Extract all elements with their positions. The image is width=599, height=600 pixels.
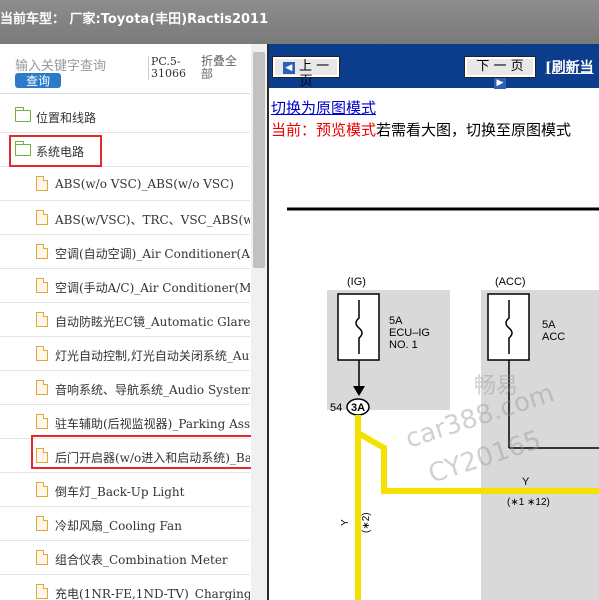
tree-item[interactable]: 倒车灯_Back-Up Light — [0, 473, 250, 507]
tree-folder-location[interactable]: 位置和线路 — [0, 99, 250, 133]
document-icon — [36, 176, 48, 191]
next-page-button[interactable]: 下 一 页 ▶ — [464, 56, 536, 89]
open-folder-icon — [14, 141, 31, 156]
folder-icon — [14, 107, 31, 122]
wire-note-vertical: (∗2) — [361, 512, 372, 533]
tree-item[interactable]: 组合仪表_Combination Meter — [0, 541, 250, 575]
wire-label-y: Y — [522, 476, 530, 488]
tree-item-label: 自动防眩光EC镜_Automatic Glare-Resistant EC Mi… — [55, 315, 250, 329]
search-button[interactable]: 查询 — [15, 73, 61, 88]
tree-item-label: 冷却风扇_Cooling Fan — [55, 519, 182, 533]
collapse-all-link[interactable]: 折叠全部 — [201, 55, 243, 81]
document-icon — [36, 210, 48, 225]
connector-label: 3A — [351, 402, 365, 414]
tree-item-label: 空调(手动A/C)_Air Conditioner(Manual A/C) — [55, 281, 250, 295]
document-icon — [36, 584, 48, 599]
tree-item-selected[interactable]: 后门开启器(w/o进入和启动系统)_Back Door Opener — [0, 439, 250, 473]
document-icon — [36, 312, 48, 327]
refresh-link[interactable]: [刷新当 — [545, 57, 594, 77]
page-nav-bar: ◀ 上 一 页 下 一 页 ▶ [刷新当 — [269, 44, 599, 89]
fuse-acc-text-2: ACC — [542, 331, 565, 343]
wiring-diagram: (IG) (ACC) 5A ECU–IG NO. 1 5A ACC 3A 54 … — [287, 207, 599, 600]
tree-item[interactable]: 空调(自动空调)_Air Conditioner(Automatic A/C) — [0, 235, 250, 269]
wire-label-y-vertical: Y — [340, 519, 351, 526]
fuse-ig-text-1: 5A — [389, 315, 403, 327]
tree-item-label: 音响系统、导航系统_Audio System — [55, 383, 250, 397]
arrow-left-icon: ◀ — [282, 62, 295, 74]
tree-item[interactable]: ABS(w/o VSC)_ABS(w/o VSC) — [0, 167, 250, 201]
window-title: 当前车型： 厂家:Toyota(丰田)Ractis2011 — [0, 12, 269, 27]
scrollbar-thumb[interactable] — [253, 52, 265, 268]
fuse-ig-text-3: NO. 1 — [389, 339, 418, 351]
title-bar: 当前车型： 厂家:Toyota(丰田)Ractis2011 — [0, 0, 599, 44]
tree-item-label: 灯光自动控制,灯光自动关闭系统_Automatic Light Control — [55, 349, 250, 363]
fuse-ig-label: (IG) — [347, 276, 366, 288]
tree-item-label: 倒车灯_Back-Up Light — [55, 485, 185, 499]
tree-item[interactable]: 音响系统、导航系统_Audio System — [0, 371, 250, 405]
tree-item-label: 组合仪表_Combination Meter — [55, 553, 228, 567]
tree-item[interactable]: 灯光自动控制,灯光自动关闭系统_Automatic Light Control — [0, 337, 250, 371]
tree-item[interactable]: 冷却风扇_Cooling Fan — [0, 507, 250, 541]
pc-code: PC.5-31066 — [148, 56, 192, 80]
document-icon — [36, 414, 48, 429]
tree-folder-system-circuits[interactable]: 系统电路 — [0, 133, 250, 167]
tree-item-label: 后门开启器(w/o进入和启动系统)_Back Door Opener — [55, 451, 250, 465]
fuse-ig-text-2: ECU–IG — [389, 327, 430, 339]
document-icon — [36, 278, 48, 293]
document-icon — [36, 244, 48, 259]
view-mode-info: 切换为原图模式 当前：预览模式若需看大图，切换至原图模式 — [271, 97, 599, 140]
document-icon — [36, 550, 48, 565]
next-page-label: 下 一 页 — [476, 59, 524, 74]
tree-item-label: 空调(自动空调)_Air Conditioner(Automatic A/C) — [55, 247, 250, 261]
sidebar: 查询 PC.5-31066 折叠全部 位置和线路 系统电路 ABS(w/o VS… — [0, 44, 268, 600]
tree-item[interactable]: 自动防眩光EC镜_Automatic Glare-Resistant EC Mi… — [0, 303, 250, 337]
view-status: 当前：预览模式若需看大图，切换至原图模式 — [271, 119, 599, 140]
document-icon — [36, 516, 48, 531]
fuse-acc-text-1: 5A — [542, 319, 556, 331]
tree-item-label: 充电(1NR-FE,1ND-TV)_Charging(1NR-FE) — [55, 587, 250, 600]
view-status-suffix: 若需看大图，切换至原图模式 — [376, 121, 572, 139]
document-icon — [36, 482, 48, 497]
wire-note: (∗1 ∗12) — [507, 497, 550, 508]
sidebar-scrollbar[interactable] — [251, 44, 267, 600]
fuse-acc-label: (ACC) — [495, 276, 526, 288]
pin-number: 54 — [330, 402, 342, 414]
tree-folder-label: 系统电路 — [36, 145, 85, 159]
search-input[interactable] — [15, 58, 140, 74]
tree-item-label: ABS(w/o VSC)_ABS(w/o VSC) — [55, 177, 234, 191]
view-status-prefix: 当前：预览模式 — [271, 121, 377, 139]
document-icon — [36, 380, 48, 395]
switch-original-mode-link[interactable]: 切换为原图模式 — [271, 97, 599, 118]
tree-folder-label: 位置和线路 — [36, 111, 97, 125]
tree-item[interactable]: 充电(1NR-FE,1ND-TV)_Charging(1NR-FE) — [0, 575, 250, 600]
document-icon — [36, 448, 48, 463]
search-area: 查询 PC.5-31066 折叠全部 — [0, 44, 250, 94]
prev-page-button[interactable]: ◀ 上 一 页 — [272, 56, 340, 89]
tree-item[interactable]: 空调(手动A/C)_Air Conditioner(Manual A/C) — [0, 269, 250, 303]
document-icon — [36, 346, 48, 361]
tree-item-label: 驻车辅助(后视监视器)_Parking Assist — [55, 417, 250, 431]
tree-item[interactable]: 驻车辅助(后视监视器)_Parking Assist — [0, 405, 250, 439]
arrow-right-icon: ▶ — [494, 77, 506, 89]
tree-item[interactable]: ABS(w/VSC)、TRC、VSC_ABS(w/VSC), TRC and V… — [0, 201, 250, 235]
prev-page-label: 上 一 页 — [299, 59, 330, 89]
tree-item-label: ABS(w/VSC)、TRC、VSC_ABS(w/VSC), TRC and V… — [55, 213, 250, 227]
